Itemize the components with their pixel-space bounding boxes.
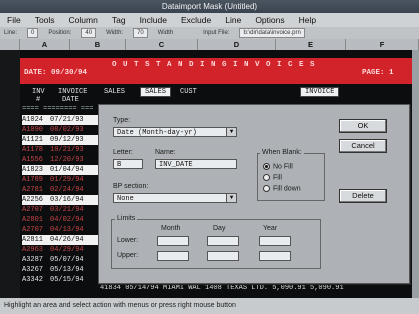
- table-row[interactable]: A1090 08/02/93: [22, 125, 102, 135]
- radio-no-fill[interactable]: No Fill: [263, 163, 293, 170]
- table-row[interactable]: A2801 04/02/94: [22, 215, 102, 225]
- column-definition-dialog: Type: Date (Month-day-yr) ▼ Letter: B Na…: [98, 104, 410, 284]
- chevron-down-icon: ▼: [226, 194, 236, 202]
- report-date: DATE: 09/30/94: [24, 69, 88, 77]
- menu-include[interactable]: Include: [133, 15, 174, 25]
- radio-selected-icon: [263, 163, 270, 170]
- input-file-label: Input File:: [203, 30, 230, 36]
- column-header-d[interactable]: D: [198, 39, 276, 50]
- table-row[interactable]: A3287 05/07/94: [22, 255, 102, 265]
- invoice-header: INVOICE: [58, 88, 88, 96]
- width-field[interactable]: 70: [133, 28, 148, 38]
- cancel-button[interactable]: Cancel: [339, 139, 387, 153]
- day-label: Day: [213, 225, 226, 232]
- table-row[interactable]: A1823 01/04/94: [22, 165, 102, 175]
- menu-bar: File Tools Column Tag Include Exclude Li…: [0, 13, 419, 27]
- type-label: Type:: [113, 117, 131, 124]
- menu-tag[interactable]: Tag: [105, 15, 133, 25]
- upper-day-field[interactable]: [207, 251, 239, 261]
- table-row[interactable]: A1121 09/12/93: [22, 135, 102, 145]
- header-dashes: ==== ======== ===: [22, 105, 94, 113]
- num-header: #: [36, 96, 41, 104]
- delete-button[interactable]: Delete: [339, 189, 387, 203]
- cust-label: CUST: [180, 88, 197, 96]
- if-section-value: None: [117, 195, 134, 203]
- radio-fill[interactable]: Fill: [263, 174, 282, 181]
- month-label: Month: [161, 225, 181, 232]
- status-bar: Highlight an area and select action with…: [0, 298, 419, 314]
- letter-label: Letter:: [113, 149, 133, 156]
- table-row[interactable]: A2811 04/26/94: [22, 235, 102, 245]
- radio-icon: [263, 174, 270, 181]
- table-row[interactable]: A2781 02/24/94: [22, 185, 102, 195]
- menu-options[interactable]: Options: [248, 15, 291, 25]
- upper-label: Upper:: [117, 252, 139, 259]
- column-header-b[interactable]: B: [70, 39, 126, 50]
- line-label: Line:: [4, 30, 18, 36]
- line-field[interactable]: 0: [27, 28, 39, 38]
- table-row[interactable]: A2256 03/16/94: [22, 195, 102, 205]
- letter-field[interactable]: B: [113, 159, 143, 169]
- column-header-c[interactable]: C: [126, 39, 198, 50]
- name-field[interactable]: INV_DATE: [155, 159, 237, 169]
- vertical-scrollbar[interactable]: [412, 50, 419, 298]
- input-file-field[interactable]: b:\dir\data\invoice.prn: [239, 28, 305, 38]
- status-text: Highlight an area and select action with…: [4, 302, 236, 309]
- menu-tools[interactable]: Tools: [28, 15, 62, 25]
- column-header-f[interactable]: F: [346, 39, 419, 50]
- menu-help[interactable]: Help: [292, 15, 323, 25]
- lower-year-field[interactable]: [259, 236, 291, 246]
- table-row[interactable]: A1024 07/21/93: [22, 115, 102, 125]
- report-title: O U T S T A N D I N G I N V O I C E S: [112, 61, 316, 69]
- width-suffix: Width: [157, 30, 174, 36]
- inv-header: INV: [32, 88, 45, 96]
- report-page: PAGE: 1: [362, 69, 394, 77]
- upper-year-field[interactable]: [259, 251, 291, 261]
- table-row[interactable]: A1556 12/20/93: [22, 155, 102, 165]
- position-toolbar: Line: 0 Position: 40 Width: 70 Width Inp…: [0, 27, 419, 39]
- radio-icon: [263, 185, 270, 192]
- year-label: Year: [263, 225, 278, 232]
- table-row[interactable]: A1789 01/29/94: [22, 175, 102, 185]
- invoice-right-tab[interactable]: INVOICE: [300, 87, 340, 97]
- menu-line[interactable]: Line: [218, 15, 248, 25]
- menu-exclude[interactable]: Exclude: [174, 15, 218, 25]
- sales-label: SALES: [104, 88, 126, 96]
- column-header-e[interactable]: E: [276, 39, 346, 50]
- table-row[interactable]: A2707 04/13/94: [22, 225, 102, 235]
- window-title-bar: Dataimport Mask (Untitled): [0, 0, 419, 13]
- lower-month-field[interactable]: [157, 236, 189, 246]
- table-row[interactable]: A3342 05/15/94: [22, 275, 102, 285]
- lower-label: Lower:: [117, 237, 139, 244]
- bottom-report-row: 41834 05/14/94 MIAMI WAL 1408 TEXAS LTD.…: [100, 284, 344, 292]
- if-section-dropdown[interactable]: None ▼: [113, 193, 237, 203]
- width-label: Width:: [106, 30, 124, 36]
- radio-fill-down[interactable]: Fill down: [263, 185, 301, 192]
- table-row[interactable]: A1178 10/21/93: [22, 145, 102, 155]
- date-header: DATE: [62, 96, 79, 104]
- name-label: Name:: [155, 149, 176, 156]
- corner-cell: [0, 39, 20, 50]
- upper-month-field[interactable]: [157, 251, 189, 261]
- position-label: Position:: [48, 30, 72, 36]
- menu-column[interactable]: Column: [62, 15, 105, 25]
- table-row[interactable]: A2963 04/29/94: [22, 245, 102, 255]
- when-blank-label: When Blank:: [260, 149, 304, 156]
- table-row[interactable]: A2707 03/21/94: [22, 205, 102, 215]
- limits-label: Limits: [115, 215, 138, 222]
- type-dropdown[interactable]: Date (Month-day-yr) ▼: [113, 127, 237, 137]
- column-header-a[interactable]: A: [20, 39, 70, 50]
- menu-file[interactable]: File: [0, 15, 28, 25]
- ok-button[interactable]: OK: [339, 119, 387, 133]
- if-section-label: BP section:: [113, 183, 149, 190]
- type-value: Date (Month-day-yr): [117, 129, 197, 137]
- column-headers: A B C D E F: [0, 39, 419, 50]
- window-title: Dataimport Mask (Untitled): [161, 2, 258, 11]
- lower-day-field[interactable]: [207, 236, 239, 246]
- position-field[interactable]: 40: [81, 28, 97, 38]
- row-header-strip: [0, 50, 20, 298]
- sales-tab[interactable]: SALES: [140, 87, 172, 97]
- table-row[interactable]: A3267 05/13/94: [22, 265, 102, 275]
- chevron-down-icon: ▼: [226, 128, 236, 136]
